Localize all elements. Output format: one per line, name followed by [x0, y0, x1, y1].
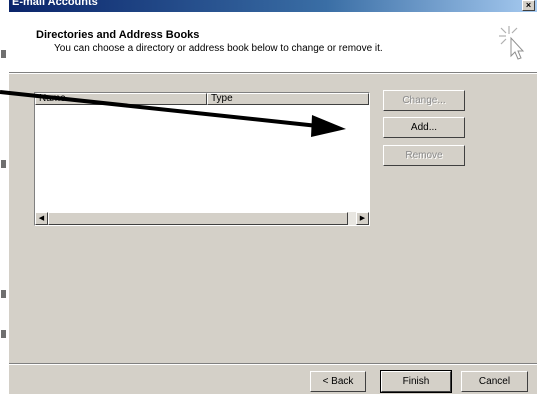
background-fragment	[1, 330, 6, 338]
cancel-button[interactable]: Cancel	[461, 371, 528, 392]
title-bar[interactable]: E-mail Accounts ×	[9, 0, 537, 12]
wizard-header: Directories and Address Books You can ch…	[9, 12, 537, 72]
horizontal-scrollbar[interactable]: ◀ ▶	[35, 212, 369, 225]
background-fragment	[1, 50, 6, 58]
page-subheading: You can choose a directory or address bo…	[54, 43, 383, 54]
column-header-name[interactable]: Name	[35, 93, 207, 105]
background-fragment	[1, 290, 6, 298]
scroll-left-button[interactable]: ◀	[35, 212, 48, 225]
close-button[interactable]: ×	[522, 0, 535, 11]
back-button[interactable]: < Back	[310, 371, 366, 392]
address-book-list[interactable]: Name Type ◀ ▶	[34, 92, 370, 226]
background-fragment	[1, 160, 6, 168]
wand-cursor-icon	[499, 26, 525, 60]
column-header-type[interactable]: Type	[207, 93, 369, 105]
scroll-thumb[interactable]	[48, 212, 348, 225]
finish-button[interactable]: Finish	[380, 370, 452, 393]
background-window-edge	[0, 0, 9, 394]
list-header: Name Type	[35, 93, 369, 105]
remove-button[interactable]: Remove	[383, 145, 465, 166]
add-button[interactable]: Add...	[383, 117, 465, 138]
page-heading: Directories and Address Books	[36, 29, 200, 41]
footer-separator	[9, 363, 537, 365]
window-title: E-mail Accounts	[12, 0, 98, 8]
scroll-right-button[interactable]: ▶	[356, 212, 369, 225]
change-button[interactable]: Change...	[383, 90, 465, 111]
